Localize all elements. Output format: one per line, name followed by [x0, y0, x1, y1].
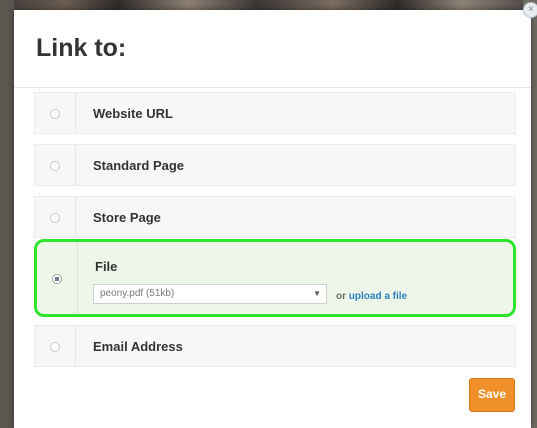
option-email-address[interactable]: Email Address [34, 325, 516, 367]
radio-cell [35, 326, 76, 366]
radio-cell [35, 197, 76, 237]
background-left-edge [0, 0, 14, 428]
file-select-value: peony.pdf (51kb) [100, 288, 175, 299]
file-select-dropdown[interactable]: peony.pdf (51kb) ▼ [93, 284, 327, 304]
option-label: Store Page [93, 210, 161, 225]
radio-button-selected[interactable] [52, 274, 62, 284]
radio-cell [37, 242, 78, 314]
radio-button[interactable] [50, 109, 60, 119]
save-button[interactable]: Save [469, 378, 515, 412]
title-divider [14, 87, 531, 88]
option-label: Standard Page [93, 158, 185, 173]
radio-button[interactable] [50, 161, 60, 171]
option-store-page[interactable]: Store Page [34, 196, 516, 238]
upload-file-link[interactable]: upload a file [349, 291, 407, 302]
radio-button[interactable] [50, 342, 60, 352]
option-label: Email Address [93, 339, 183, 354]
chevron-down-icon: ▼ [313, 289, 321, 298]
radio-button[interactable] [50, 213, 60, 223]
radio-cell [35, 145, 76, 185]
dialog-title: Link to: [36, 34, 127, 62]
or-text: or [336, 291, 346, 302]
radio-cell [35, 93, 76, 133]
option-label: Website URL [93, 106, 173, 121]
radio-dot [55, 277, 59, 281]
close-icon[interactable]: × [523, 2, 537, 18]
option-website-url[interactable]: Website URL [34, 92, 516, 134]
option-label: File [95, 259, 118, 274]
option-file[interactable]: File peony.pdf (51kb) ▼ or upload a file [34, 239, 516, 317]
option-standard-page[interactable]: Standard Page [34, 144, 516, 186]
upload-line: or upload a file [336, 291, 407, 302]
link-to-dialog: × Link to: Website URL Standard Page Sto… [14, 2, 537, 428]
